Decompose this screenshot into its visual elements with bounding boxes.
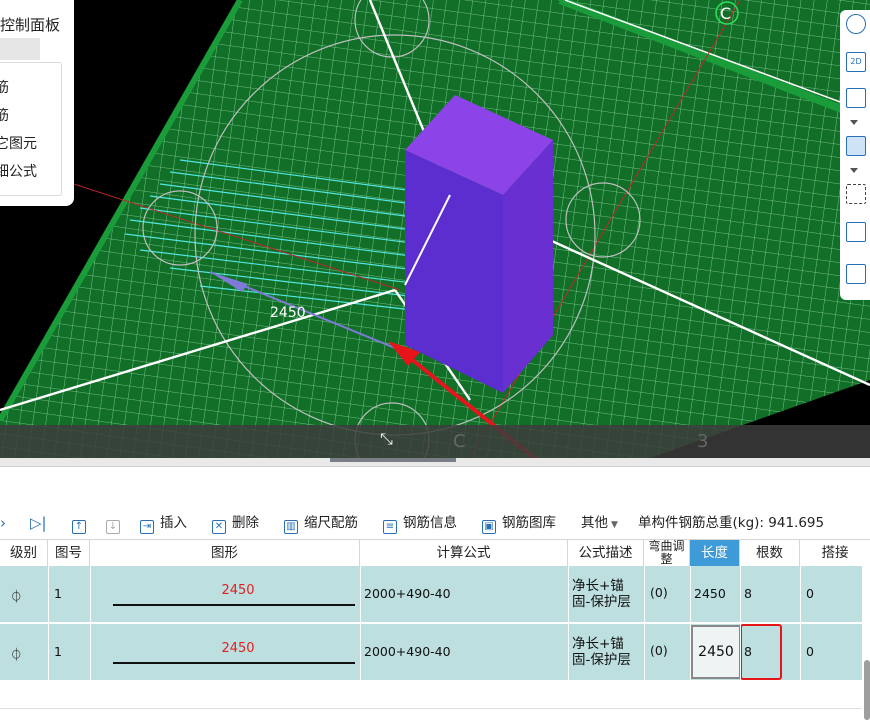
col-length[interactable]: 长度 [690,540,740,566]
control-panel: 控制面板 筋 筋 它图元 细公式 [0,0,74,206]
cell-lap[interactable]: 0 [806,586,814,601]
rebar-library-icon: ▣ [482,520,496,534]
arrow-up-icon: ↑ [72,520,86,534]
view-2d-icon[interactable]: 2D [846,52,866,72]
cell-count[interactable]: 8 [744,586,752,601]
other-menu[interactable]: 其他 ▼ [581,512,618,534]
rebar-info-label: 钢筋信息 [403,515,457,531]
insert-icon: ⇥ [140,520,154,534]
total-weight: 单构件钢筋总重(kg): 941.695 [638,512,824,534]
cell-length[interactable]: 2450 [694,586,726,601]
col-count[interactable]: 根数 [740,540,800,566]
column-box [404,95,553,393]
axis-label-c: C [720,4,731,23]
rebar-info-icon: ≡ [383,520,397,534]
col-bend[interactable]: 弯曲调整 [644,540,690,566]
cell-grade: ⏀ [10,647,23,662]
col-fig-no[interactable]: 图号 [48,540,90,566]
collapse-arrows-icon[interactable]: ⤡ [380,429,393,449]
col-formula[interactable]: 计算公式 [360,540,568,566]
panel-item-4[interactable]: 细公式 [0,161,37,181]
cell-desc: 净长+锚 固-保护层 [572,636,631,668]
viewport-bottom-bar: ⤡ C 3 [0,425,870,458]
orbit-icon[interactable] [846,14,866,34]
splitter-grip[interactable] [330,458,456,462]
rebar-library-label: 钢筋图库 [502,515,556,531]
insert-label: 插入 [160,515,187,531]
shape-value: 2450 [221,583,255,598]
total-weight-value: 941.695 [768,515,825,531]
highlight-box [740,624,782,680]
cell-formula: 2000+490-40 [364,644,451,659]
col-shape[interactable]: 图形 [90,540,360,566]
arrow-down-icon: ↓ [106,520,120,534]
dropdown-arrow-icon[interactable] [850,120,858,125]
view-toolbar: 2D [840,10,870,300]
dashed-select-icon[interactable] [846,184,866,204]
rebar-table: 级别 图号 图形 计算公式 公式描述 弯曲调整 长度 根数 搭接 ⏀ 1 245… [0,538,870,720]
cube-icon[interactable] [846,88,866,108]
scene-canvas[interactable]: 2450 C [0,0,870,458]
control-panel-list: 筋 筋 它图元 细公式 [0,62,62,196]
nav-last-icon[interactable]: ▷| [30,512,47,534]
shape-value: 2450 [221,641,255,656]
trash-icon: ✕ [212,520,226,534]
rebar-shape-line [113,604,355,606]
axis-label-c-bottom: C [453,431,466,452]
report-icon[interactable] [846,264,866,284]
control-panel-title: 控制面板 [0,16,61,34]
move-up-button[interactable]: ↑ [72,512,92,534]
dropdown-arrow-icon[interactable] [850,168,858,173]
box-view-icon[interactable] [846,222,866,242]
chevron-down-icon: ▼ [611,520,618,530]
cube-filled-icon[interactable] [846,136,866,156]
delete-label: 删除 [232,515,259,531]
cell-grade: ⏀ [10,589,23,604]
move-down-button[interactable]: ↓ [106,512,126,534]
table-scrollbar[interactable] [864,660,870,720]
col-lap[interactable]: 搭接 [800,540,870,566]
nav-next-icon[interactable]: › [0,512,6,534]
panel-gray-field [0,38,40,60]
rebar-info-button[interactable]: ≡ 钢筋信息 [383,512,457,534]
col-grade[interactable]: 级别 [0,540,48,566]
axis-label-3: 3 [697,431,709,452]
panel-item-1[interactable]: 筋 [0,77,9,97]
cell-fig-no: 1 [54,644,62,659]
cell-bend: (0) [650,643,668,658]
rebar-toolbar: › ▷| ↑ ↓ ⇥ 插入 ✕ 删除 ▥ 缩尺配筋 ≡ 钢筋信息 ▣ 钢筋图库 其他 ▼ 单… [0,508,870,538]
other-label: 其他 [581,515,608,531]
panel-splitter[interactable] [0,458,870,467]
table-row[interactable]: ⏀ 1 2450 2000+490-40 净长+锚 固-保护层 (0) 2450 … [0,566,862,622]
delete-button[interactable]: ✕ 删除 [212,512,259,534]
scale-rebar-icon: ▥ [284,520,298,534]
insert-button[interactable]: ⇥ 插入 [140,512,187,534]
scale-rebar-label: 缩尺配筋 [304,515,358,531]
rebar-library-button[interactable]: ▣ 钢筋图库 [482,512,556,534]
panel-item-2[interactable]: 筋 [0,105,9,125]
empty-row[interactable] [0,682,862,709]
table-row[interactable]: ⏀ 1 2450 2000+490-40 净长+锚 固-保护层 (0) 2450 … [0,624,862,680]
3d-viewport[interactable]: 2450 C 控制面板 筋 筋 它图元 细公式 2D ⤡ C 3 [0,0,870,458]
length-input[interactable]: 2450 [691,625,741,679]
panel-item-3[interactable]: 它图元 [0,133,37,153]
cell-bend: (0) [650,585,668,600]
cell-fig-no: 1 [54,586,62,601]
dimension-label: 2450 [270,305,306,321]
total-weight-label: 单构件钢筋总重(kg): [638,515,764,531]
cell-lap[interactable]: 0 [806,644,814,659]
cell-formula: 2000+490-40 [364,586,451,601]
scale-rebar-button[interactable]: ▥ 缩尺配筋 [284,512,358,534]
col-desc[interactable]: 公式描述 [568,540,644,566]
cell-desc: 净长+锚 固-保护层 [572,578,631,610]
rebar-shape-line [113,662,355,664]
